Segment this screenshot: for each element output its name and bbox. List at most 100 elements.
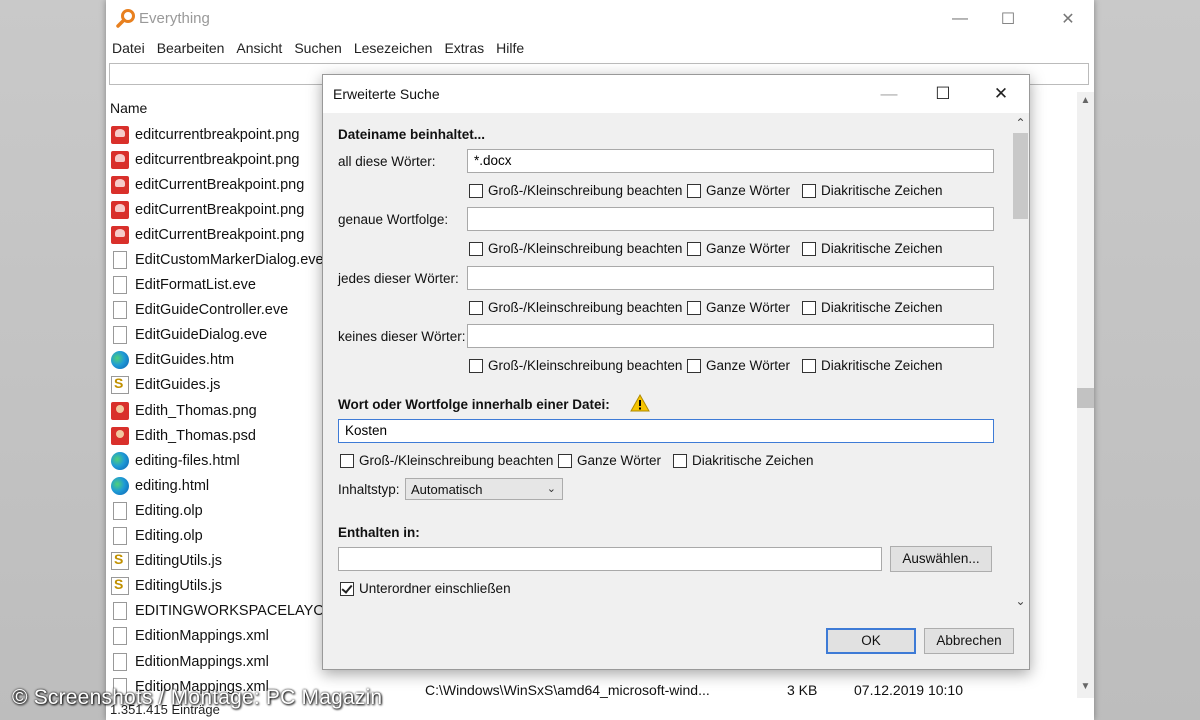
case-sensitive-checkbox[interactable]: Groß-/Kleinschreibung beachten — [469, 300, 682, 315]
checkbox-box[interactable] — [469, 300, 483, 315]
case-sensitive-checkbox[interactable]: Groß-/Kleinschreibung beachten — [469, 183, 682, 198]
file-row[interactable]: EditingUtils.js — [106, 574, 322, 599]
file-row[interactable]: editcurrentbreakpoint.png — [106, 147, 322, 172]
minimize-button[interactable]: — — [936, 0, 984, 38]
checkbox-box[interactable] — [340, 453, 354, 468]
whole-words-checkbox[interactable]: Ganze Wörter — [687, 183, 790, 198]
ok-button[interactable]: OK — [826, 628, 916, 654]
content-diacritics-checkbox[interactable]: Diakritische Zeichen — [673, 453, 814, 468]
cancel-button[interactable]: Abbrechen — [924, 628, 1014, 654]
file-row[interactable]: EditionMappings.xml — [106, 649, 322, 674]
whole-words-checkbox[interactable]: Ganze Wörter — [687, 241, 790, 256]
file-row[interactable]: EditingUtils.js — [106, 549, 322, 574]
criteria-label: keines dieser Wörter: — [338, 329, 466, 344]
case-sensitive-checkbox[interactable]: Groß-/Kleinschreibung beachten — [469, 358, 682, 373]
checkbox-box[interactable] — [802, 183, 816, 198]
checkbox-box[interactable] — [673, 453, 687, 468]
content-type-select[interactable]: Automatisch ⌄ — [405, 478, 563, 500]
document-icon — [113, 652, 127, 671]
checkbox-box[interactable] — [802, 241, 816, 256]
file-row[interactable]: EditGuides.js — [106, 373, 322, 398]
content-search-input[interactable]: Kosten — [338, 419, 994, 443]
criteria-input[interactable]: *.docx — [467, 149, 994, 173]
content-case-checkbox[interactable]: Groß-/Kleinschreibung beachten — [340, 453, 553, 468]
chevron-down-icon[interactable]: ⌄ — [1012, 593, 1029, 610]
file-name: EditGuides.htm — [135, 352, 235, 369]
menu-item-3[interactable]: Suchen — [288, 38, 347, 60]
png-file-icon — [111, 175, 129, 194]
scroll-up-arrow-icon[interactable]: ▲ — [1077, 92, 1094, 109]
menu-item-5[interactable]: Extras — [438, 38, 490, 60]
checkbox-box[interactable] — [687, 183, 701, 198]
checkbox-box[interactable] — [469, 358, 483, 373]
checkbox-box[interactable] — [687, 300, 701, 315]
diacritics-checkbox[interactable]: Diakritische Zeichen — [802, 241, 943, 256]
dialog-scroll-thumb[interactable] — [1013, 133, 1028, 219]
file-row[interactable]: editcurrentbreakpoint.png — [106, 122, 322, 147]
file-row[interactable]: editCurrentBreakpoint.png — [106, 197, 322, 222]
scroll-down-arrow-icon[interactable]: ▼ — [1077, 678, 1094, 695]
checkbox-box[interactable] — [340, 581, 354, 596]
checkbox-label: Diakritische Zeichen — [821, 183, 943, 198]
file-row[interactable]: EditCustomMarkerDialog.eve — [106, 247, 322, 272]
checkbox-box[interactable] — [802, 300, 816, 315]
menu-item-6[interactable]: Hilfe — [490, 38, 530, 60]
document-icon — [113, 276, 127, 295]
whole-words-checkbox[interactable]: Ganze Wörter — [687, 358, 790, 373]
checkbox-box[interactable] — [469, 241, 483, 256]
file-row[interactable]: EditGuideController.eve — [106, 298, 322, 323]
criteria-input[interactable] — [467, 266, 994, 290]
file-name: EditionMappings.xml — [135, 653, 269, 670]
content-whole-words-checkbox[interactable]: Ganze Wörter — [558, 453, 661, 468]
file-row[interactable]: editCurrentBreakpoint.png — [106, 222, 322, 247]
file-row[interactable]: editCurrentBreakpoint.png — [106, 172, 322, 197]
file-row[interactable]: editing-files.html — [106, 448, 322, 473]
contained-in-input[interactable] — [338, 547, 882, 571]
edge-icon — [111, 476, 129, 495]
browse-button[interactable]: Auswählen... — [890, 546, 992, 572]
dialog-maximize-button[interactable]: ☐ — [917, 75, 969, 113]
checkbox-box[interactable] — [558, 453, 572, 468]
checkbox-box[interactable] — [469, 183, 483, 198]
maximize-button[interactable]: ☐ — [984, 0, 1032, 38]
file-name: EditGuideController.eve — [135, 302, 289, 319]
close-button[interactable]: ✕ — [1044, 0, 1092, 38]
dialog-scrollbar[interactable]: ⌃ ⌄ — [1012, 115, 1029, 611]
content-type-label: Inhaltstyp: — [338, 482, 400, 497]
checkbox-box[interactable] — [687, 241, 701, 256]
menu-item-0[interactable]: Datei — [106, 38, 151, 60]
diacritics-checkbox[interactable]: Diakritische Zeichen — [802, 358, 943, 373]
chevron-up-icon[interactable]: ⌃ — [1012, 115, 1029, 132]
file-name: editing.html — [135, 477, 210, 494]
menu-item-1[interactable]: Bearbeiten — [151, 38, 231, 60]
file-row[interactable]: EditionMappings.xml — [106, 624, 322, 649]
diacritics-checkbox[interactable]: Diakritische Zeichen — [802, 183, 943, 198]
vertical-scrollbar[interactable]: ▲ ▼ — [1077, 92, 1094, 698]
file-row[interactable]: EDITINGWORKSPACELAYOUT — [106, 599, 322, 624]
file-row[interactable]: Edith_Thomas.psd — [106, 423, 322, 448]
person-image-icon — [111, 426, 129, 445]
checkbox-box[interactable] — [802, 358, 816, 373]
column-header-name[interactable]: Name — [110, 100, 147, 116]
file-row[interactable]: EditGuides.htm — [106, 348, 322, 373]
checkbox-label: Groß-/Kleinschreibung beachten — [359, 453, 554, 468]
menu-item-4[interactable]: Lesezeichen — [348, 38, 439, 60]
file-row[interactable]: EditGuideDialog.eve — [106, 323, 322, 348]
criteria-input[interactable] — [467, 207, 994, 231]
menu-item-2[interactable]: Ansicht — [230, 38, 288, 60]
file-row[interactable]: editing.html — [106, 473, 322, 498]
file-row[interactable]: Edith_Thomas.png — [106, 398, 322, 423]
dialog-close-button[interactable]: ✕ — [975, 75, 1027, 113]
whole-words-checkbox[interactable]: Ganze Wörter — [687, 300, 790, 315]
file-row[interactable]: Editing.olp — [106, 498, 322, 523]
diacritics-checkbox[interactable]: Diakritische Zeichen — [802, 300, 943, 315]
case-sensitive-checkbox[interactable]: Groß-/Kleinschreibung beachten — [469, 241, 682, 256]
scroll-thumb[interactable] — [1077, 388, 1094, 408]
criteria-label: all diese Wörter: — [338, 154, 436, 169]
checkbox-box[interactable] — [687, 358, 701, 373]
include-subfolders-checkbox[interactable]: Unterordner einschließen — [340, 581, 511, 596]
file-row[interactable]: Editing.olp — [106, 524, 322, 549]
criteria-input[interactable] — [467, 324, 994, 348]
file-row[interactable]: EditFormatList.eve — [106, 273, 322, 298]
document-icon — [113, 527, 127, 546]
